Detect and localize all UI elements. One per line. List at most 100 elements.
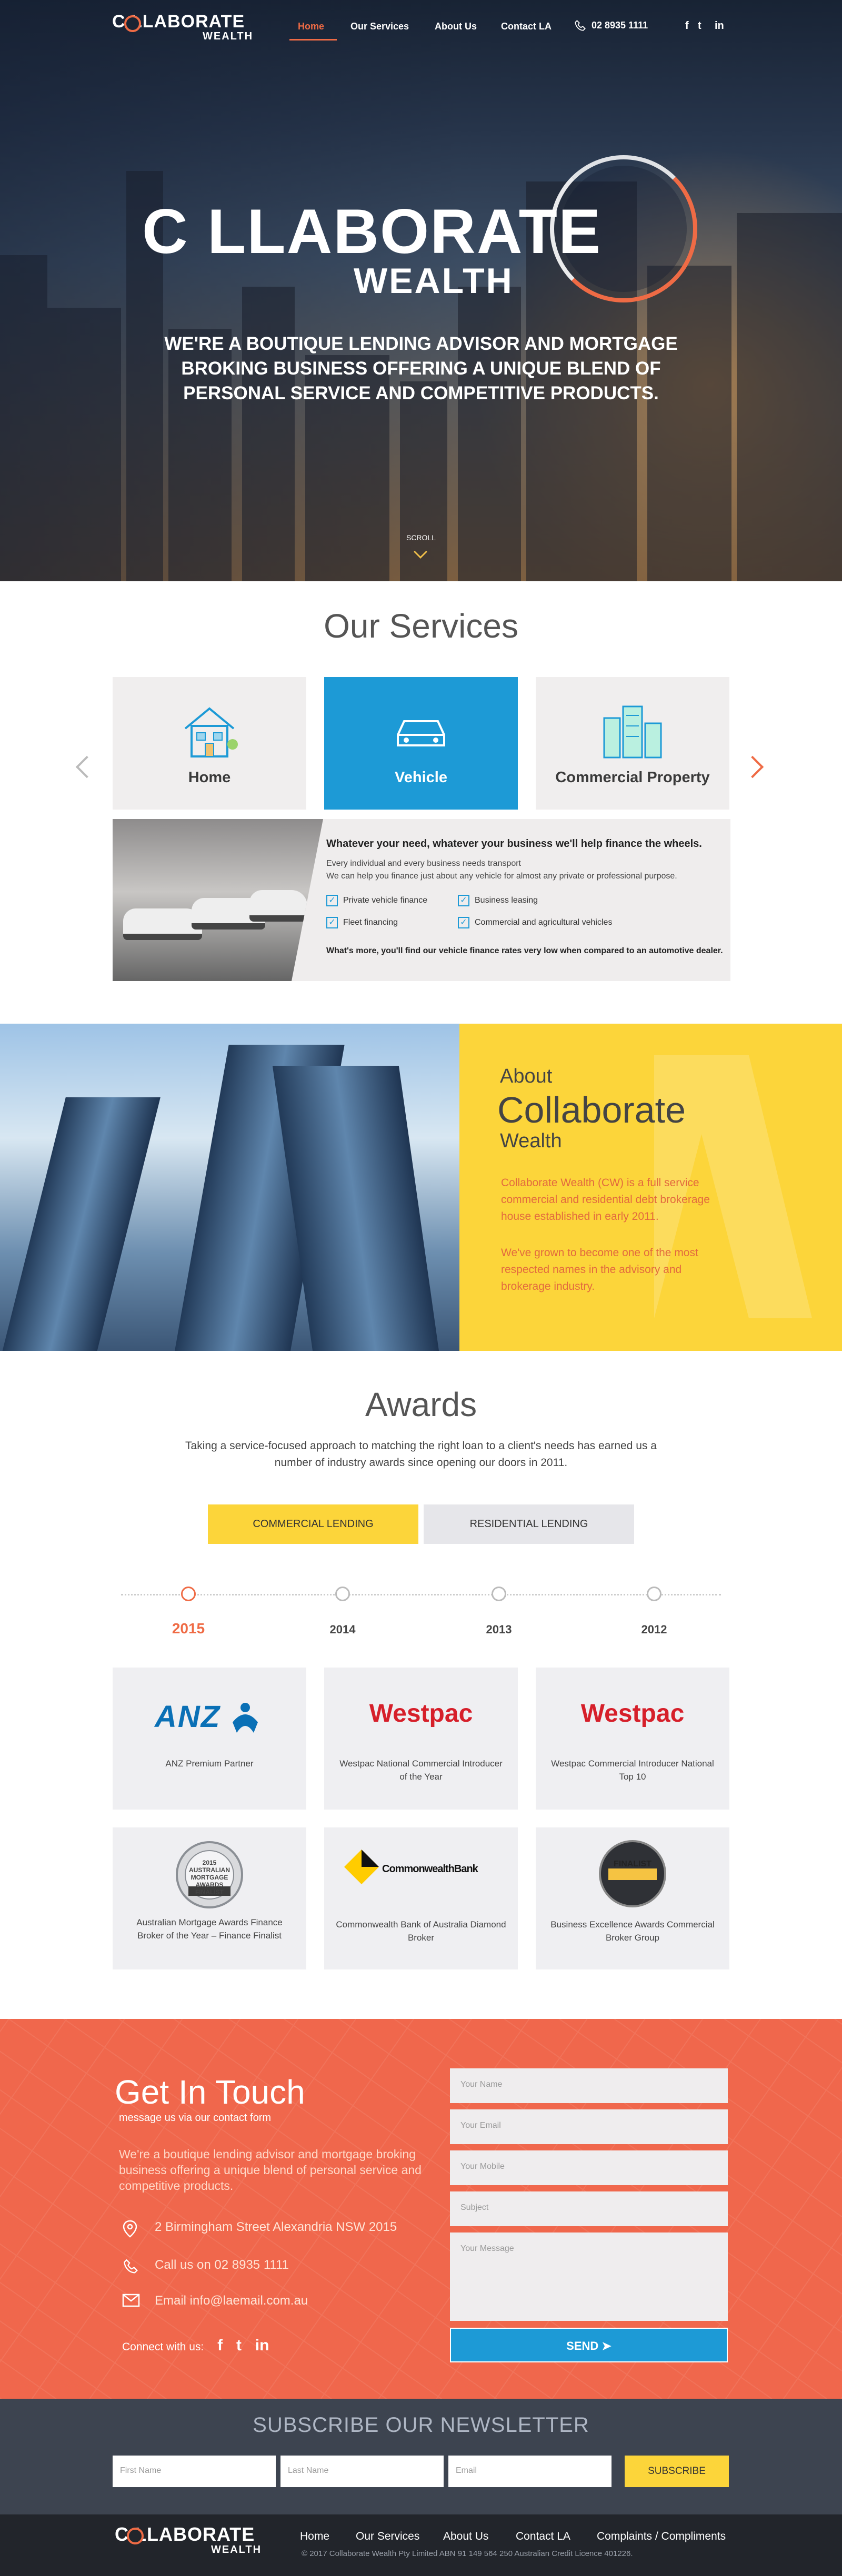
buildings-icon [603,705,662,759]
timeline-dot[interactable] [647,1587,661,1601]
detail-line: Every individual and every business need… [326,859,521,868]
tab-commercial-lending[interactable]: COMMERCIAL LENDING [208,1504,418,1544]
send-label: SEND [566,2339,599,2352]
checkmark-icon: ✓ [326,895,338,906]
footer-link-about[interactable]: About Us [443,2530,488,2543]
commonwealth-diamond-icon [344,1850,379,1884]
anz-logo: ANZ [155,1700,221,1734]
house-icon [184,707,238,757]
check-item: ✓ Commercial and agricultural vehicles [458,917,612,928]
facebook-icon[interactable]: f [685,20,689,32]
copyright-text: © 2017 Collaborate Wealth Pty Limited AB… [302,2549,633,2558]
about-heading-3: Wealth [500,1130,562,1152]
timeline-dot[interactable] [181,1587,196,1601]
last-name-field[interactable]: Last Name [280,2456,444,2487]
service-card-label: Home [188,769,231,786]
timeline-dot[interactable] [492,1587,506,1601]
name-field[interactable]: Your Name [450,2068,728,2103]
about-paragraph: We've grown to become one of the most re… [501,1247,698,1292]
footer-link-services[interactable]: Our Services [356,2530,419,2543]
award-caption: Commonwealth Bank of Australia Diamond B… [336,1920,506,1943]
finalist-badge-text: FINALIST [614,1860,651,1868]
email-field[interactable]: Your Email [450,2109,728,2144]
subscribe-button[interactable]: SUBSCRIBE [625,2456,729,2487]
footer-link-complaints[interactable]: Complaints / Compliments [597,2530,726,2543]
year-label[interactable]: 2013 [473,1623,525,1636]
nav-our-services[interactable]: Our Services [350,21,409,32]
hero-logo-text: C LLABORATE [142,196,602,267]
linkedin-icon[interactable]: in [715,20,724,32]
hero-logo: C LLABORATE WEALTH [142,196,602,301]
vehicle-showroom-image [113,819,323,981]
phone-icon [124,2259,138,2274]
send-button[interactable]: SEND ➤ [450,2328,728,2362]
location-pin-icon [123,2220,137,2238]
service-card-label: Vehicle [395,769,447,786]
newsletter-email-field[interactable]: Email [448,2456,612,2487]
checkmark-icon: ✓ [458,895,469,906]
contact-intro: We're a boutique lending advisor and mor… [119,2147,422,2193]
checkmark-icon: ✓ [326,917,338,928]
service-card-vehicle[interactable]: Vehicle [324,677,518,810]
facebook-icon[interactable]: f [217,2337,223,2354]
year-label[interactable]: 2015 [162,1620,215,1637]
skyscraper-image [0,1024,459,1351]
message-field[interactable]: Your Message [450,2232,728,2321]
scroll-label[interactable]: SCROLL [405,533,437,542]
nav-phone[interactable]: 02 8935 1111 [574,19,648,33]
awards-intro: Taking a service-focused approach to mat… [185,1440,657,1469]
check-label: Commercial and agricultural vehicles [475,918,613,927]
nav-logo[interactable]: C LLABORATE WEALTH [112,13,252,42]
twitter-icon[interactable]: t [698,20,701,32]
phone-number: 02 8935 1111 [592,19,648,31]
award-caption: Westpac Commercial Introducer National T… [551,1759,714,1782]
service-card-label: Commercial Property [555,769,710,786]
contact-title: Get In Touch [115,2073,305,2111]
award-caption: Westpac National Commercial Introducer o… [339,1759,503,1782]
contact-email[interactable]: Email info@laemail.com.au [122,2294,308,2311]
award-caption: ANZ Premium Partner [165,1759,254,1769]
mortgage-awards-logo: 2015 AUSTRALIAN MORTGAGE AWARDS FINALIST [189,1859,230,1896]
first-name-field[interactable]: First Name [113,2456,276,2487]
tab-residential-lending[interactable]: RESIDENTIAL LENDING [424,1504,634,1544]
year-label[interactable]: 2012 [628,1623,680,1636]
phone-text: Call us on 02 8935 1111 [155,2258,289,2272]
footer-link-contact[interactable]: Contact LA [516,2530,570,2543]
timeline-dot[interactable] [335,1587,350,1601]
award-caption: Australian Mortgage Awards Finance Broke… [136,1917,283,1941]
linkedin-icon[interactable]: in [255,2337,269,2354]
mail-icon [122,2294,140,2307]
award-caption: Business Excellence Awards Commercial Br… [550,1920,715,1943]
address-text: 2 Birmingham Street Alexandria NSW 2015 [155,2220,397,2234]
nav-about-us[interactable]: About Us [435,21,477,32]
award-card: Westpac Westpac Commercial Introducer Na… [536,1668,729,1810]
award-card: Westpac Westpac National Commercial Intr… [324,1668,518,1810]
hero-tagline: WE'RE A BOUTIQUE LENDING ADVISOR AND MOR… [164,334,678,403]
carousel-next-icon[interactable] [741,755,764,779]
twitter-icon[interactable]: t [236,2337,242,2354]
nav-contact[interactable]: Contact LA [501,21,552,32]
subject-field[interactable]: Subject [450,2191,728,2226]
detail-heading: Whatever your need, whatever your busine… [326,838,702,850]
mobile-field[interactable]: Your Mobile [450,2150,728,2185]
check-label: Business leasing [475,896,538,905]
anz-people-icon [233,1703,258,1733]
footer-link-home[interactable]: Home [300,2530,329,2543]
check-label: Private vehicle finance [343,896,428,905]
contact-phone[interactable]: Call us on 02 8935 1111 [122,2258,289,2279]
check-label: Fleet financing [343,918,398,927]
service-card-commercial-property[interactable]: Commercial Property [536,677,729,810]
nav-home[interactable]: Home [298,21,324,32]
footer-logo[interactable]: C LLABORATE WEALTH [115,2525,260,2556]
check-item: ✓ Business leasing [458,895,538,906]
year-timeline [121,1594,721,1595]
detail-footer: What's more, you'll find our vehicle fin… [326,946,723,955]
year-label[interactable]: 2014 [316,1623,369,1636]
service-card-home[interactable]: Home [113,677,306,810]
hero-logo-subtext: WEALTH [354,261,514,301]
connect-label: Connect with us: [122,2341,204,2353]
award-card: FINALIST Business Excellence Awards Comm… [536,1827,729,1969]
excellence-badge-icon [599,1840,666,1907]
newsletter-title: SUBSCRIBE OUR NEWSLETTER [253,2413,589,2437]
carousel-prev-icon[interactable] [75,755,98,779]
